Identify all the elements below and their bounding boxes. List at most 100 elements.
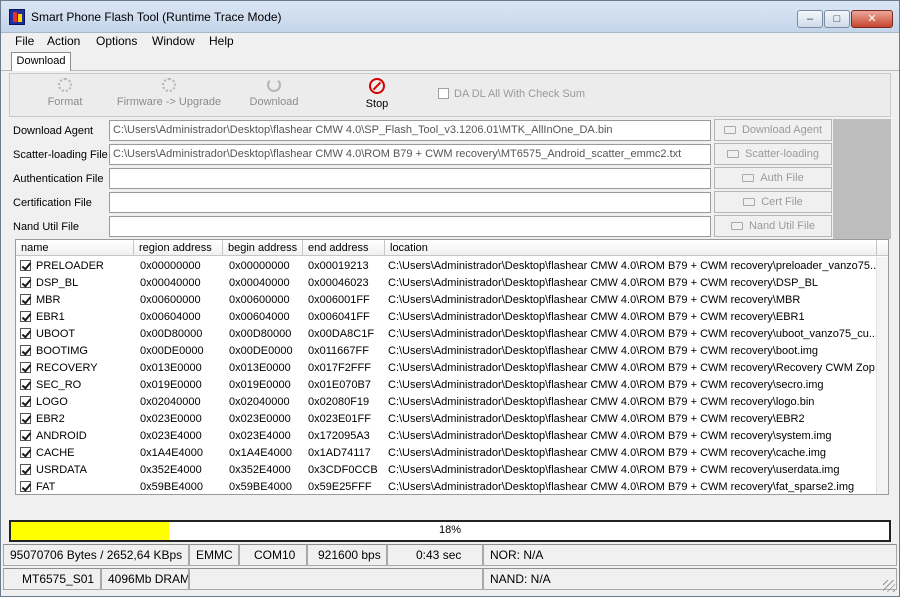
partition-location: C:\Users\Administrador\Desktop\flashear … <box>388 447 826 459</box>
cert-field[interactable] <box>109 192 711 213</box>
auth-button-label: Auth File <box>760 172 804 184</box>
checkbox-box[interactable] <box>438 88 449 99</box>
table-row[interactable]: PRELOADER 0x00000000 0x00000000 0x00019213 C… <box>16 258 876 275</box>
format-button[interactable]: Format <box>40 78 90 108</box>
table-row[interactable]: CACHE 0x1A4E4000 0x1A4E4000 0x1AD74117 C:\Us… <box>16 445 876 462</box>
partition-name: EBR2 <box>20 411 138 428</box>
menu-options[interactable]: Options <box>96 34 137 48</box>
nand-util-field[interactable] <box>109 216 711 237</box>
app-icon <box>9 9 25 25</box>
partition-checkbox[interactable] <box>20 277 31 288</box>
partition-name: ANDROID <box>20 428 138 445</box>
partition-name-text: EBR2 <box>36 413 65 425</box>
partition-checkbox[interactable] <box>20 294 31 305</box>
da-checksum-checkbox[interactable]: DA DL All With Check Sum <box>438 88 585 100</box>
partition-checkbox[interactable] <box>20 328 31 339</box>
region-address: 0x00000000 <box>140 260 201 272</box>
gear-icon <box>162 78 176 92</box>
partition-location: C:\Users\Administrador\Desktop\flashear … <box>388 430 832 442</box>
download-agent-field[interactable]: C:\Users\Administrador\Desktop\flashear … <box>109 120 711 141</box>
partition-checkbox[interactable] <box>20 345 31 356</box>
partition-name-text: MBR <box>36 294 61 306</box>
col-header-location[interactable]: location <box>385 240 877 256</box>
table-row[interactable]: USRDATA 0x352E4000 0x352E4000 0x3CDF0CCB C:\… <box>16 462 876 479</box>
begin-address: 0x352E4000 <box>229 464 291 476</box>
minimize-button[interactable]: ‒ <box>797 10 823 28</box>
folder-icon <box>743 198 756 206</box>
stop-button[interactable]: Stop <box>357 78 397 110</box>
begin-address: 0x00600000 <box>229 294 290 306</box>
scatter-button[interactable]: Scatter-loading <box>714 143 832 165</box>
end-address: 0x02080F19 <box>308 396 370 408</box>
resize-grip-icon[interactable] <box>883 580 895 592</box>
partition-name-text: FAT <box>36 481 56 493</box>
partition-name-text: LOGO <box>36 396 68 408</box>
region-address: 0x59BE4000 <box>140 481 203 493</box>
partition-location: C:\Users\Administrador\Desktop\flashear … <box>388 362 876 374</box>
table-row[interactable]: UBOOT 0x00D80000 0x00D80000 0x00DA8C1F C:\Us… <box>16 326 876 343</box>
partition-checkbox[interactable] <box>20 481 31 492</box>
menu-window[interactable]: Window <box>152 34 195 48</box>
partition-checkbox[interactable] <box>20 413 31 424</box>
table-row[interactable]: LOGO 0x02040000 0x02040000 0x02080F19 C:\Use… <box>16 394 876 411</box>
end-address: 0x00DA8C1F <box>308 328 375 340</box>
status-empty <box>189 568 483 590</box>
cert-button[interactable]: Cert File <box>714 191 832 213</box>
auth-field[interactable] <box>109 168 711 189</box>
table-row[interactable]: EBR2 0x023E0000 0x023E0000 0x023E01FF C:\Use… <box>16 411 876 428</box>
menu-action[interactable]: Action <box>47 34 80 48</box>
partition-checkbox[interactable] <box>20 260 31 271</box>
partition-name: EBR1 <box>20 309 138 326</box>
close-button[interactable]: ✕ <box>851 10 893 28</box>
scatter-field[interactable]: C:\Users\Administrador\Desktop\flashear … <box>109 144 711 165</box>
table-row[interactable]: ANDROID 0x023E4000 0x023E4000 0x172095A3 C:\… <box>16 428 876 445</box>
begin-address: 0x023E0000 <box>229 413 291 425</box>
tab-download[interactable]: Download <box>11 52 71 71</box>
download-button[interactable]: Download <box>246 78 302 108</box>
table-row[interactable]: BOOTIMG 0x00DE0000 0x00DE0000 0x011667FF C:\… <box>16 343 876 360</box>
table-row[interactable]: MBR 0x00600000 0x00600000 0x006001FF C:\User… <box>16 292 876 309</box>
menu-file[interactable]: File <box>15 34 34 48</box>
col-header-end[interactable]: end address <box>303 240 385 256</box>
download-agent-button[interactable]: Download Agent <box>714 119 832 141</box>
maximize-button[interactable]: □ <box>824 10 850 28</box>
table-scrollbar[interactable] <box>876 257 888 494</box>
table-row[interactable]: RECOVERY 0x013E0000 0x013E0000 0x017F2FFF C:… <box>16 360 876 377</box>
partition-name: USRDATA <box>20 462 138 479</box>
table-row[interactable]: EBR1 0x00604000 0x00604000 0x006041FF C:\Use… <box>16 309 876 326</box>
end-address: 0x00019213 <box>308 260 369 272</box>
partition-checkbox[interactable] <box>20 464 31 475</box>
partition-name-text: UBOOT <box>36 328 76 340</box>
download-agent-button-label: Download Agent <box>741 124 823 136</box>
partition-checkbox[interactable] <box>20 430 31 441</box>
menu-help[interactable]: Help <box>209 34 234 48</box>
partition-location: C:\Users\Administrador\Desktop\flashear … <box>388 345 819 357</box>
end-address: 0x172095A3 <box>308 430 370 442</box>
tab-row: Download <box>1 51 899 71</box>
partition-checkbox[interactable] <box>20 396 31 407</box>
partition-name-text: CACHE <box>36 447 75 459</box>
menu-file-label: File <box>15 34 35 48</box>
partition-location: C:\Users\Administrador\Desktop\flashear … <box>388 311 805 323</box>
partition-location: C:\Users\Administrador\Desktop\flashear … <box>388 413 805 425</box>
begin-address: 0x00D80000 <box>229 328 292 340</box>
title-bar[interactable]: Smart Phone Flash Tool (Runtime Trace Mo… <box>1 1 899 33</box>
partition-checkbox[interactable] <box>20 379 31 390</box>
col-header-region[interactable]: region address <box>134 240 223 256</box>
partition-checkbox[interactable] <box>20 447 31 458</box>
col-header-name[interactable]: name <box>16 240 134 256</box>
table-row[interactable]: FAT 0x59BE4000 0x59BE4000 0x59E25FFF C:\User… <box>16 479 876 494</box>
scatter-label: Scatter-loading File <box>13 149 108 161</box>
col-header-begin[interactable]: begin address <box>223 240 303 256</box>
partition-checkbox[interactable] <box>20 311 31 322</box>
table-row[interactable]: DSP_BL 0x00040000 0x00040000 0x00046023 C:\U… <box>16 275 876 292</box>
begin-address: 0x00DE0000 <box>229 345 293 357</box>
partition-location: C:\Users\Administrador\Desktop\flashear … <box>388 481 855 493</box>
table-row[interactable]: SEC_RO 0x019E0000 0x019E0000 0x01E070B7 C:\U… <box>16 377 876 394</box>
partition-checkbox[interactable] <box>20 362 31 373</box>
auth-button[interactable]: Auth File <box>714 167 832 189</box>
partition-name: PRELOADER <box>20 258 138 275</box>
menu-window-label: Window <box>152 34 195 48</box>
firmware-upgrade-button[interactable]: Firmware -> Upgrade <box>114 78 224 108</box>
nand-util-button[interactable]: Nand Util File <box>714 215 832 237</box>
